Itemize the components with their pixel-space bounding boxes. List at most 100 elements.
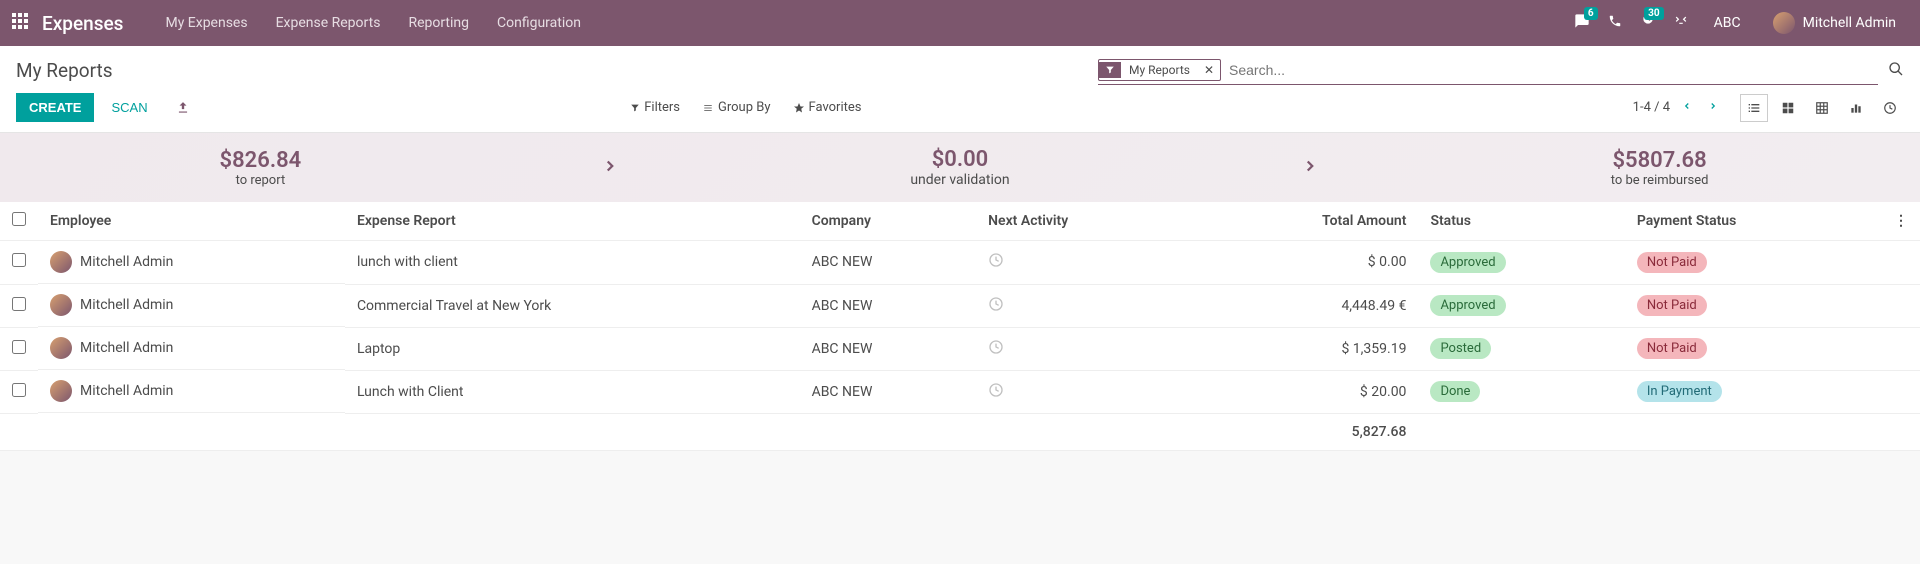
row-checkbox[interactable]	[12, 253, 26, 267]
search-facet: My Reports ✕	[1098, 59, 1221, 81]
pager-prev[interactable]	[1678, 97, 1696, 119]
export-button[interactable]	[165, 94, 201, 122]
top-navbar: Expenses My Expenses Expense Reports Rep…	[0, 0, 1920, 46]
col-employee[interactable]: Employee	[38, 202, 345, 241]
table-header-row: Employee Expense Report Company Next Act…	[0, 202, 1920, 241]
chevron-right-icon	[601, 153, 619, 183]
view-list[interactable]	[1740, 94, 1768, 122]
select-all-checkbox[interactable]	[12, 212, 26, 226]
status-badge: Approved	[1430, 295, 1505, 316]
cell-employee: Mitchell Admin	[80, 340, 173, 356]
phone-icon[interactable]	[1608, 14, 1622, 32]
page-title: My Reports	[16, 59, 113, 82]
nav-expense-reports[interactable]: Expense Reports	[262, 15, 395, 31]
scan-button[interactable]: SCAN	[100, 93, 158, 122]
avatar	[1773, 12, 1795, 34]
footer-total: 5,827.68	[1193, 413, 1419, 450]
clock-icon[interactable]	[988, 300, 1004, 316]
chevron-right-icon	[1301, 153, 1319, 183]
row-checkbox[interactable]	[12, 297, 26, 311]
cell-company: ABC NEW	[800, 370, 977, 413]
status-badge: Done	[1430, 381, 1480, 402]
avatar	[50, 337, 72, 359]
payment-badge: Not Paid	[1637, 338, 1707, 359]
optional-columns-icon[interactable]: ⋮	[1894, 213, 1908, 229]
avatar	[50, 251, 72, 273]
company-selector[interactable]: ABC	[1706, 15, 1749, 31]
cell-employee: Mitchell Admin	[80, 383, 173, 399]
clock-icon[interactable]	[988, 386, 1004, 402]
pager-next[interactable]	[1704, 97, 1722, 119]
cell-employee: Mitchell Admin	[80, 297, 173, 313]
cell-report: lunch with client	[345, 241, 800, 285]
filters-menu[interactable]: Filters	[630, 100, 680, 115]
filter-icon	[1099, 62, 1121, 78]
search-icon[interactable]	[1888, 61, 1904, 81]
search-input[interactable]	[1221, 58, 1878, 82]
view-pivot[interactable]	[1808, 94, 1836, 122]
apps-icon[interactable]	[12, 13, 28, 33]
col-report[interactable]: Expense Report	[345, 202, 800, 241]
list-view: Employee Expense Report Company Next Act…	[0, 202, 1920, 451]
table-row[interactable]: Mitchell Admin lunch with clientABC NEW $ …	[0, 241, 1920, 285]
nav-reporting[interactable]: Reporting	[394, 15, 483, 31]
activity-icon[interactable]: 30	[1640, 13, 1656, 33]
row-checkbox[interactable]	[12, 383, 26, 397]
cell-total: 4,448.49 €	[1193, 284, 1419, 327]
favorites-menu[interactable]: Favorites	[793, 100, 862, 115]
app-name[interactable]: Expenses	[42, 12, 123, 35]
nav-my-expenses[interactable]: My Expenses	[151, 15, 261, 31]
col-activity[interactable]: Next Activity	[976, 202, 1193, 241]
status-summary: $826.84 to report $0.00 under validation…	[0, 133, 1920, 202]
avatar	[50, 294, 72, 316]
user-menu[interactable]: Mitchell Admin	[1767, 12, 1902, 34]
table-row[interactable]: Mitchell Admin LaptopABC NEW $ 1,359.19 Pos…	[0, 327, 1920, 370]
create-button[interactable]: CREATE	[16, 93, 94, 122]
pager-value[interactable]: 1-4 / 4	[1633, 100, 1670, 115]
nav-configuration[interactable]: Configuration	[483, 15, 595, 31]
clock-icon[interactable]	[988, 343, 1004, 359]
messages-badge: 6	[1584, 7, 1598, 20]
groupby-menu[interactable]: Group By	[702, 100, 771, 115]
cell-report: Commercial Travel at New York	[345, 284, 800, 327]
payment-badge: In Payment	[1637, 381, 1722, 402]
status-to-report[interactable]: $826.84 to report	[80, 148, 440, 188]
cell-report: Lunch with Client	[345, 370, 800, 413]
cell-total: $ 20.00	[1193, 370, 1419, 413]
status-badge: Approved	[1430, 252, 1505, 273]
debug-icon[interactable]	[1674, 14, 1688, 32]
payment-badge: Not Paid	[1637, 295, 1707, 316]
cell-total: $ 1,359.19	[1193, 327, 1419, 370]
search-facet-remove[interactable]: ✕	[1198, 63, 1220, 77]
col-total[interactable]: Total Amount	[1193, 202, 1419, 241]
table-row[interactable]: Mitchell Admin Lunch with ClientABC NEW $ …	[0, 370, 1920, 413]
cell-company: ABC NEW	[800, 241, 977, 285]
col-status[interactable]: Status	[1418, 202, 1624, 241]
clock-icon[interactable]	[988, 256, 1004, 272]
status-under-validation[interactable]: $0.00 under validation	[780, 147, 1140, 188]
cell-company: ABC NEW	[800, 327, 977, 370]
control-panel: My Reports My Reports ✕ CREATE SCAN	[0, 46, 1920, 133]
activity-badge: 30	[1644, 7, 1663, 20]
cell-employee: Mitchell Admin	[80, 254, 173, 270]
systray: 6 30 ABC Mitchell Admin	[1574, 12, 1902, 34]
view-graph[interactable]	[1842, 94, 1870, 122]
avatar	[50, 380, 72, 402]
view-kanban[interactable]	[1774, 94, 1802, 122]
row-checkbox[interactable]	[12, 340, 26, 354]
status-to-reimburse[interactable]: $5807.68 to be reimbursed	[1480, 148, 1840, 188]
cell-report: Laptop	[345, 327, 800, 370]
messages-icon[interactable]: 6	[1574, 13, 1590, 33]
payment-badge: Not Paid	[1637, 252, 1707, 273]
status-badge: Posted	[1430, 338, 1491, 359]
view-activity[interactable]	[1876, 94, 1904, 122]
table-row[interactable]: Mitchell Admin Commercial Travel at New Y…	[0, 284, 1920, 327]
search-bar[interactable]: My Reports ✕	[1098, 56, 1878, 85]
user-name: Mitchell Admin	[1803, 15, 1896, 31]
search-facet-label: My Reports	[1121, 60, 1198, 80]
cell-total: $ 0.00	[1193, 241, 1419, 285]
pager: 1-4 / 4	[1633, 97, 1722, 119]
col-company[interactable]: Company	[800, 202, 977, 241]
col-payment[interactable]: Payment Status	[1625, 202, 1882, 241]
cell-company: ABC NEW	[800, 284, 977, 327]
